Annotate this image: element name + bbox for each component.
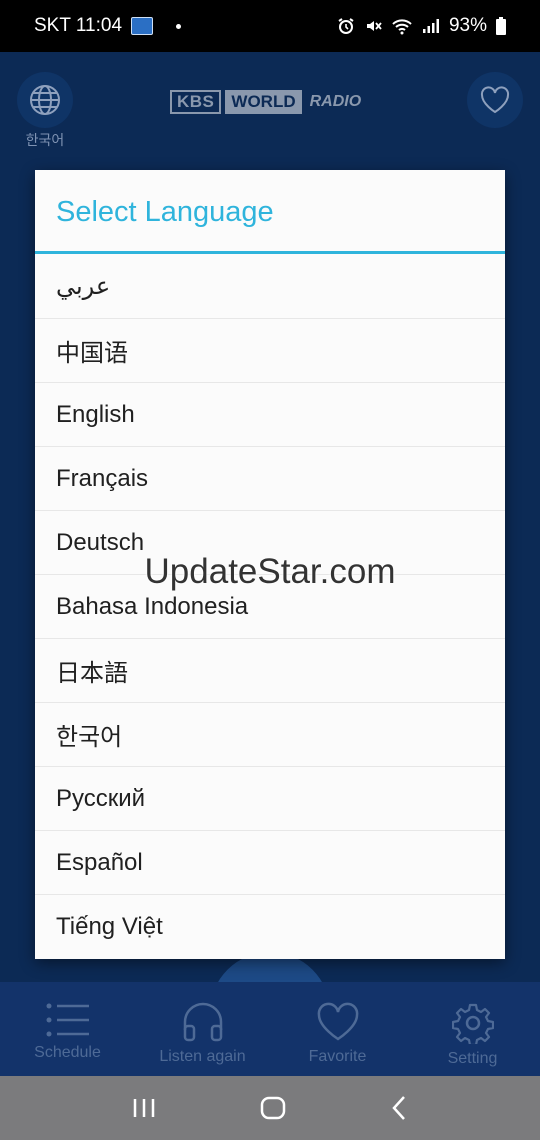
nav-item-listen-again[interactable]: Listen again xyxy=(135,982,270,1076)
logo-world: WORLD xyxy=(225,90,302,114)
language-option-russian[interactable]: Русский xyxy=(35,767,505,831)
language-option-arabic[interactable]: عربي xyxy=(35,254,505,319)
language-option-indonesian[interactable]: Bahasa Indonesia xyxy=(35,575,505,639)
app-header: 한국어 KBS WORLD RADIO xyxy=(0,52,540,172)
logo-radio: RADIO xyxy=(309,93,362,110)
nav-item-schedule[interactable]: Schedule xyxy=(0,982,135,1076)
current-language-label: 한국어 xyxy=(25,132,65,148)
back-icon[interactable] xyxy=(390,1095,408,1121)
language-option-chinese[interactable]: 中国语 xyxy=(35,319,505,383)
heart-icon xyxy=(317,1002,358,1041)
home-icon[interactable] xyxy=(260,1095,286,1121)
list-icon xyxy=(46,1003,89,1037)
nav-label-listen-again: Listen again xyxy=(159,1048,246,1065)
language-option-spanish[interactable]: Español xyxy=(35,831,505,895)
notification-dot-icon xyxy=(176,23,182,29)
nav-label-setting: Setting xyxy=(447,1050,498,1067)
status-bar: SKT 11:04 93% xyxy=(0,0,540,52)
language-option-japanese[interactable]: 日本語 xyxy=(35,639,505,703)
nav-item-setting[interactable]: Setting xyxy=(405,982,540,1076)
recent-apps-icon[interactable] xyxy=(132,1097,156,1119)
nav-item-favorite[interactable]: Favorite xyxy=(270,982,405,1076)
favorite-toggle-button[interactable] xyxy=(467,72,523,128)
heart-icon xyxy=(480,86,510,114)
battery-percent: 93% xyxy=(448,15,487,36)
kbs-world-radio-logo: KBS WORLD RADIO xyxy=(170,90,361,114)
language-button[interactable] xyxy=(17,72,73,128)
wifi-icon xyxy=(392,19,412,35)
bottom-navigation: Schedule Listen again Favorite Setting xyxy=(0,982,540,1076)
headphones-icon xyxy=(183,1002,222,1042)
notification-app-icon xyxy=(131,17,154,35)
language-option-french[interactable]: Français xyxy=(35,447,505,511)
mute-icon xyxy=(366,21,382,31)
screen: SKT 11:04 93% 한국어 KBS WORLD RADIO Schedu… xyxy=(0,0,540,1140)
signal-icon xyxy=(422,19,439,33)
gear-icon xyxy=(451,1003,494,1044)
language-option-english[interactable]: English xyxy=(35,383,505,447)
language-option-vietnamese[interactable]: Tiếng Việt xyxy=(35,895,505,959)
system-navigation-bar xyxy=(0,1076,540,1140)
language-option-german[interactable]: Deutsch xyxy=(35,511,505,575)
battery-icon xyxy=(496,17,506,35)
nav-label-favorite: Favorite xyxy=(308,1048,367,1065)
select-language-dialog: Select Language عربي 中国语 English Françai… xyxy=(35,170,505,959)
dialog-title: Select Language xyxy=(35,170,505,254)
logo-kbs: KBS xyxy=(170,90,222,114)
alarm-icon xyxy=(338,18,354,34)
globe-icon xyxy=(30,85,60,115)
language-option-korean[interactable]: 한국어 xyxy=(35,703,505,767)
carrier-time: SKT 11:04 xyxy=(34,15,123,36)
language-list: عربي 中国语 English Français Deutsch Bahasa… xyxy=(35,254,505,959)
nav-label-schedule: Schedule xyxy=(34,1044,101,1061)
